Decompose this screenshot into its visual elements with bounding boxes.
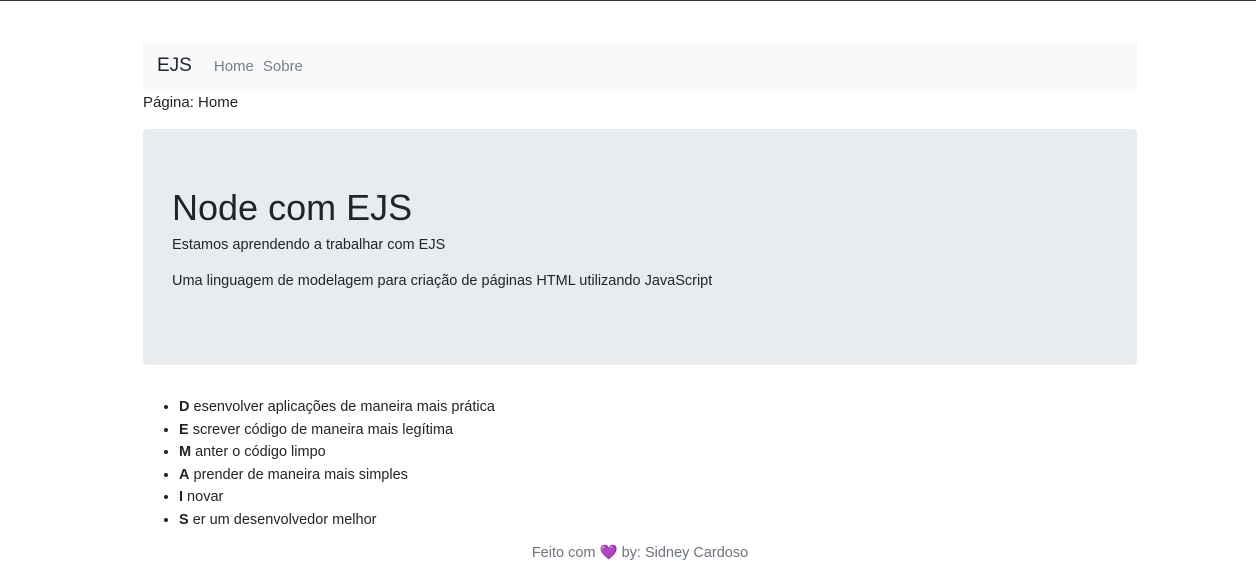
list-item-text: prender de maneira mais simples xyxy=(189,466,408,483)
jumbotron-description: Uma linguagem de modelagem para criação … xyxy=(172,273,713,289)
list-item-text: novar xyxy=(183,489,224,506)
list-item-text: er um desenvolvedor melhor xyxy=(188,511,377,528)
jumbotron-title: Node com EJS xyxy=(172,187,413,228)
list-item: A prender de maneira mais simples xyxy=(179,464,1137,487)
nav-link-home[interactable]: Home xyxy=(214,58,254,75)
list-item: E screver código de maneira mais legítim… xyxy=(179,419,1137,442)
page-label: Página: Home xyxy=(143,94,239,111)
navbar-brand[interactable]: EJS xyxy=(157,55,192,77)
footer-author: by: Sidney Cardoso xyxy=(617,544,749,561)
features-list: D esenvolver aplicações de maneira mais … xyxy=(143,396,1137,532)
jumbotron: Node com EJS Estamos aprendendo a trabal… xyxy=(143,129,1137,365)
list-item: S er um desenvolvedor melhor xyxy=(179,509,1137,532)
heart-icon: 💜 xyxy=(599,544,618,561)
list-item: D esenvolver aplicações de maneira mais … xyxy=(179,396,1137,419)
navbar: EJS Home Sobre xyxy=(143,41,1137,91)
list-item-text: esenvolver aplicações de maneira mais pr… xyxy=(189,399,495,415)
page-container: EJS Home Sobre Página: Home Node com EJS… xyxy=(143,41,1137,561)
list-item-letter: D xyxy=(179,399,190,415)
list-item-letter: M xyxy=(179,444,192,461)
list-item-text: anter o código limpo xyxy=(191,444,326,461)
jumbotron-lead: Estamos aprendendo a trabalhar com EJS xyxy=(172,237,446,253)
footer: Feito com 💜 by: Sidney Cardoso xyxy=(143,544,1137,561)
list-item: I novar xyxy=(179,486,1137,509)
list-item-text: screver código de maneira mais legítima xyxy=(188,421,454,438)
list-item-letter: S xyxy=(179,511,189,528)
nav-link-sobre[interactable]: Sobre xyxy=(263,58,303,75)
list-item-letter: A xyxy=(179,466,190,483)
list-item-letter: E xyxy=(179,421,189,438)
list-item: M anter o código limpo xyxy=(179,441,1137,464)
footer-prefix: Feito com xyxy=(531,544,600,561)
